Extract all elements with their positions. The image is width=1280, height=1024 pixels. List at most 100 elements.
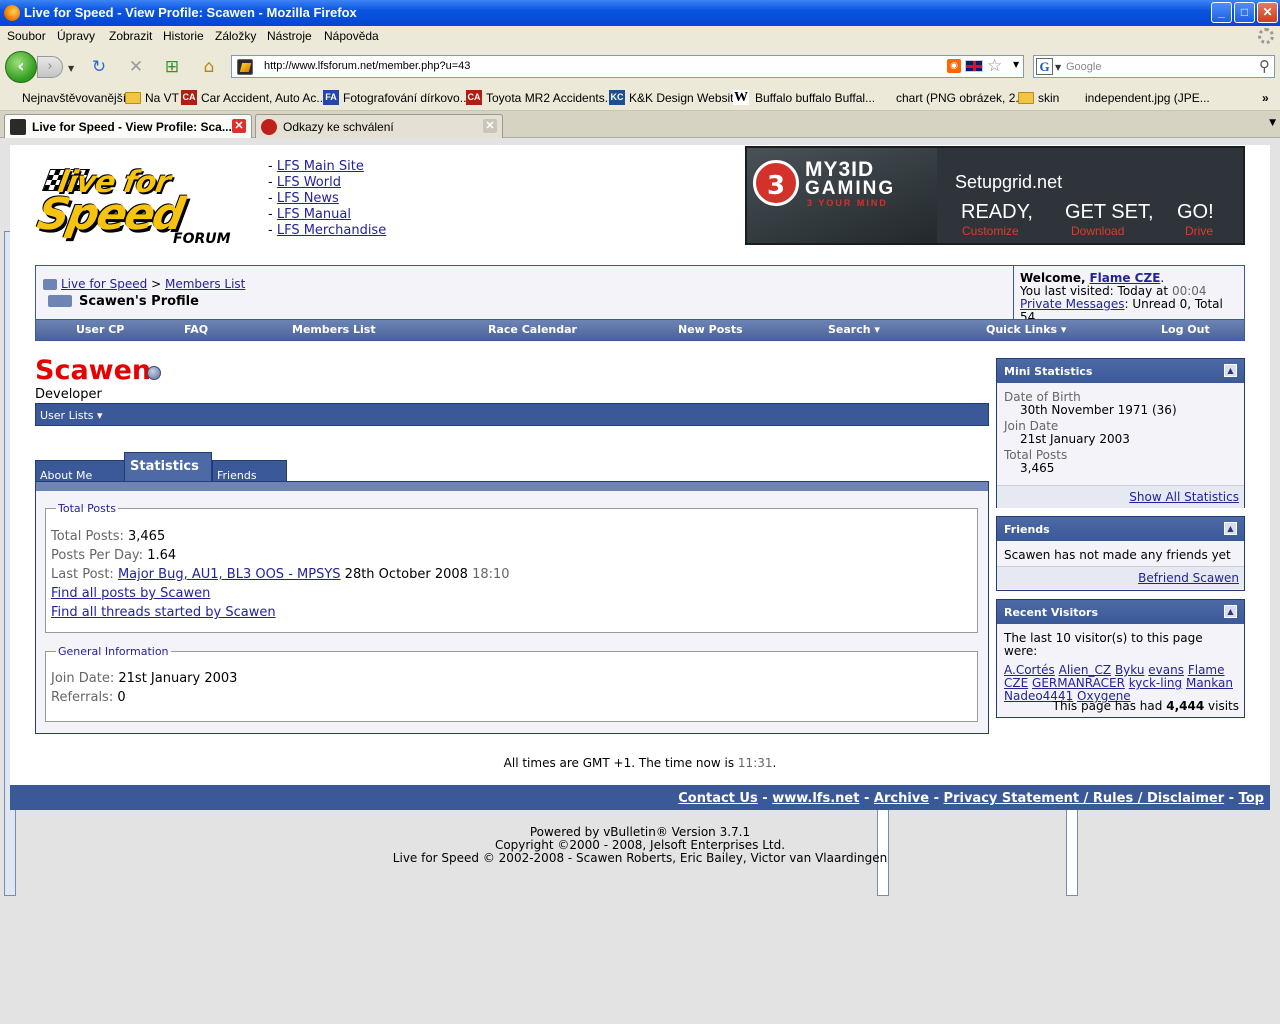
visitor-link[interactable]: Alien_CZ (1059, 663, 1111, 677)
breadcrumb-root[interactable]: Live for Speed (61, 277, 147, 291)
bookmark-item[interactable]: Nejnavštěvovanější (22, 91, 126, 105)
url-dropdown-icon[interactable]: ▼ (1013, 60, 1019, 69)
visitor-link[interactable]: kyck-ling (1129, 676, 1182, 690)
nav-race-calendar[interactable]: Race Calendar (488, 323, 577, 336)
visitor-link[interactable]: Flame (1188, 663, 1225, 677)
show-all-statistics-link[interactable]: Show All Statistics (1129, 490, 1239, 504)
menu-bookmarks[interactable]: Záložky (215, 29, 256, 43)
top-link[interactable]: Top (1239, 791, 1264, 806)
search-placeholder[interactable]: Google (1066, 61, 1101, 73)
menu-help[interactable]: Nápověda (324, 29, 379, 43)
archive-link[interactable]: Archive (874, 791, 929, 806)
find-all-threads-link[interactable]: Find all threads started by Scawen (51, 605, 276, 620)
banner-brand2: GAMING (805, 178, 896, 199)
close-button[interactable]: ✕ (1257, 2, 1278, 23)
bookmark-item[interactable]: Buffalo buffalo Buffal... (755, 91, 875, 105)
befriend-link[interactable]: Befriend Scawen (1138, 571, 1239, 585)
minimize-button[interactable]: _ (1211, 2, 1232, 23)
bookmark-item[interactable]: independent.jpg (JPE... (1085, 91, 1210, 105)
url-bar[interactable]: http://www.lfsforum.net/member.php?u=43 … (231, 55, 1024, 78)
search-icon[interactable]: ⚲ (1259, 57, 1270, 75)
link-lfs-news[interactable]: LFS News (277, 191, 339, 206)
bookmarks-overflow-icon[interactable]: » (1262, 91, 1269, 105)
lfs-forum-logo[interactable]: live for Speed FORUM (34, 163, 266, 248)
visitor-link[interactable]: evans (1148, 663, 1184, 677)
private-messages-link[interactable]: Private Messages (1020, 297, 1125, 311)
bookmark-item[interactable]: Car Accident, Auto Ac... (201, 91, 326, 105)
search-box[interactable]: G ▼ Google ⚲ (1033, 55, 1275, 78)
contact-us-link[interactable]: Contact Us (678, 791, 757, 806)
bookmark-item[interactable]: K&K Design Website (629, 91, 740, 105)
ad-banner[interactable]: 3 MY3ID GAMING 3 YOUR MIND Setupgrid.net… (745, 146, 1245, 245)
forum-home-icon[interactable] (43, 279, 57, 290)
tab-close-icon[interactable]: ✕ (483, 119, 497, 133)
collapse-icon[interactable]: ▲ (1224, 605, 1237, 618)
nav-new-posts[interactable]: New Posts (678, 323, 743, 336)
find-all-posts-link[interactable]: Find all posts by Scawen (51, 586, 210, 601)
engine-dropdown-icon[interactable]: ▼ (1055, 63, 1061, 72)
menu-file[interactable]: Soubor (7, 29, 46, 43)
tab-list-icon[interactable]: ▼ (1269, 118, 1276, 128)
google-engine-icon[interactable]: G (1036, 58, 1053, 75)
bookmark-star-icon[interactable]: ☆ (987, 56, 1002, 76)
tab-approval-links[interactable]: Odkazy ke schválení ✕ (255, 114, 503, 138)
visitor-link[interactable]: A.Cortés (1004, 663, 1055, 677)
link-lfs-main-site[interactable]: LFS Main Site (277, 159, 364, 174)
nav-members-list[interactable]: Members List (292, 323, 376, 336)
banner-cta-big: READY, (961, 201, 1033, 223)
breadcrumb-members-list[interactable]: Members List (165, 277, 245, 291)
forward-button[interactable]: › (37, 56, 63, 78)
visits-count: 4,444 (1166, 699, 1205, 713)
bookmark-item[interactable]: chart (PNG obrázek, 2... (896, 91, 1025, 105)
visitor-link[interactable]: Byku (1115, 663, 1145, 677)
privacy-link[interactable]: Privacy Statement / Rules / Disclaimer (944, 791, 1225, 806)
collapse-icon[interactable]: ▲ (1224, 364, 1237, 377)
link-lfs-manual[interactable]: LFS Manual (277, 207, 351, 222)
maximize-button[interactable]: □ (1234, 2, 1255, 23)
visitor-link[interactable]: CZE (1004, 676, 1028, 690)
reload-icon[interactable]: ↻ (88, 56, 110, 78)
bookmark-item[interactable]: Fotografování dírkovo... (343, 91, 470, 105)
menu-tools[interactable]: Nástroje (267, 29, 312, 43)
banner-cta-small: Customize (962, 224, 1019, 238)
footer-sep: - (1228, 791, 1235, 806)
bookmark-item[interactable]: Na VT (145, 91, 179, 105)
new-tab-icon[interactable]: ⊞ (161, 56, 183, 78)
last-post-link[interactable]: Major Bug, AU1, BL3 OOS - MPSYS (118, 567, 341, 582)
total-posts-label: Total Posts: (51, 529, 124, 544)
bookmark-item[interactable]: skin (1038, 91, 1059, 105)
bookmark-item[interactable]: Toyota MR2 Accidents... (486, 91, 615, 105)
stop-icon[interactable]: ✕ (125, 56, 147, 78)
welcome-user-link[interactable]: Flame CZE (1089, 271, 1160, 285)
lfs-net-link[interactable]: www.lfs.net (772, 791, 859, 806)
tab-statistics[interactable]: Statistics (124, 452, 212, 484)
nav-quick-links[interactable]: Quick Links ▾ (986, 323, 1066, 336)
visitor-link[interactable]: GERMANRACER (1032, 676, 1125, 690)
back-button[interactable]: ‹ (5, 51, 37, 83)
tab-close-icon[interactable]: ✕ (232, 119, 246, 133)
user-lists-dropdown[interactable]: User Lists ▾ (40, 409, 103, 422)
page-title: Scawen's Profile (79, 294, 199, 309)
history-dropdown-icon[interactable]: ▼ (68, 64, 74, 73)
link-lfs-world[interactable]: LFS World (277, 175, 341, 190)
tab-label: Live for Speed - View Profile: Sca... (32, 120, 232, 134)
footer-links: Contact Us - www.lfs.net - Archive - Pri… (678, 791, 1264, 806)
home-icon[interactable]: ⌂ (198, 56, 220, 78)
window-title: Live for Speed - View Profile: Scawen - … (24, 5, 357, 20)
visitor-link[interactable]: Mankan (1186, 676, 1233, 690)
menu-view[interactable]: Zobrazit (109, 29, 152, 43)
nav-log-out[interactable]: Log Out (1161, 323, 1210, 336)
web-page: live for Speed FORUM - LFS Main Site - L… (10, 145, 1270, 810)
collapse-icon[interactable]: ▲ (1224, 522, 1237, 535)
nav-faq[interactable]: FAQ (184, 323, 208, 336)
link-lfs-merchandise[interactable]: LFS Merchandise (277, 223, 386, 238)
rss-feed-icon[interactable]: ◉ (947, 59, 961, 73)
uk-flag-icon[interactable] (965, 60, 983, 72)
nav-user-cp[interactable]: User CP (76, 323, 124, 336)
tab-profile[interactable]: Live for Speed - View Profile: Sca... ✕ (4, 114, 252, 138)
menu-history[interactable]: Historie (163, 29, 204, 43)
menu-edit[interactable]: Úpravy (57, 29, 95, 43)
url-text[interactable]: http://www.lfsforum.net/member.php?u=43 (264, 60, 470, 72)
firefox-icon (4, 5, 20, 21)
nav-search[interactable]: Search ▾ (828, 323, 880, 336)
